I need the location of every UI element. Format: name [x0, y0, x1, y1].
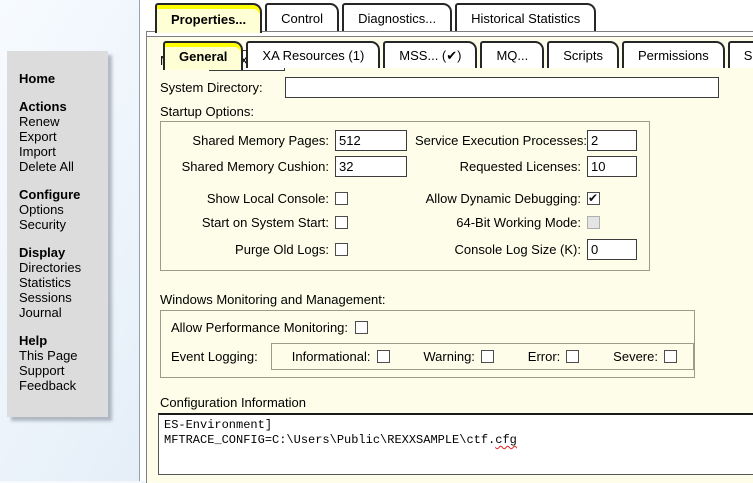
event-warning-label: Warning: — [423, 349, 475, 364]
sidebar-group-title-configure: Configure — [19, 187, 108, 202]
sidebar-item-journal[interactable]: Journal — [19, 305, 108, 320]
shared-memory-cushion-input[interactable] — [335, 156, 407, 177]
event-severe-checkbox[interactable] — [664, 350, 677, 363]
allow-dynamic-debugging-label: Allow Dynamic Debugging: — [415, 191, 587, 206]
tab-xa-resources[interactable]: XA Resources (1) — [246, 41, 380, 68]
requested-licenses-label: Requested Licenses: — [415, 159, 587, 174]
tab-mss[interactable]: MSS... (✔) — [383, 41, 477, 68]
sidebar-group-title-display: Display — [19, 245, 108, 260]
tab-security[interactable]: Security — [728, 41, 753, 68]
sidebar-group-help: Help This Page Support Feedback — [19, 333, 108, 393]
start-on-system-start-label: Start on System Start: — [169, 215, 335, 230]
allow-performance-monitoring-checkbox[interactable] — [355, 321, 368, 334]
sidebar-item-security[interactable]: Security — [19, 217, 108, 232]
event-error-label: Error: — [528, 349, 561, 364]
allow-performance-monitoring-label: Allow Performance Monitoring: — [171, 320, 348, 335]
tab-historical-statistics[interactable]: Historical Statistics — [455, 3, 596, 31]
sidebar-group-display: Display Directories Statistics Sessions … — [19, 245, 108, 320]
sidebar-item-feedback[interactable]: Feedback — [19, 378, 108, 393]
start-on-system-start-checkbox[interactable] — [335, 216, 348, 229]
sidebar-group-title-help: Help — [19, 333, 108, 348]
sidebar-item-renew[interactable]: Renew — [19, 114, 108, 129]
tab-mq[interactable]: MQ... — [480, 41, 544, 68]
show-local-console-checkbox[interactable] — [335, 192, 348, 205]
windows-monitoring-group: Allow Performance Monitoring: Event Logg… — [160, 310, 695, 378]
sidebar-item-sessions[interactable]: Sessions — [19, 290, 108, 305]
properties-tab-bar: General XA Resources (1) MSS... (✔) MQ..… — [163, 41, 753, 68]
event-logging-label: Event Logging: — [171, 349, 258, 364]
config-line-1: ES-Environment] — [164, 418, 272, 432]
configuration-information-title: Configuration Information — [160, 395, 753, 410]
event-warning-checkbox[interactable] — [481, 350, 494, 363]
sidebar-item-import[interactable]: Import — [19, 144, 108, 159]
system-directory-row: System Directory: — [160, 76, 753, 98]
shared-memory-cushion-label: Shared Memory Cushion: — [169, 159, 335, 174]
sidebar: Home Actions Renew Export Import Delete … — [7, 51, 108, 417]
64-bit-working-mode-label: 64-Bit Working Mode: — [415, 215, 587, 230]
console-log-size-label: Console Log Size (K): — [415, 242, 587, 257]
general-panel: Name: System Directory: Startup Options:… — [146, 36, 753, 483]
purge-old-logs-label: Purge Old Logs: — [169, 242, 335, 257]
event-error-checkbox[interactable] — [566, 350, 579, 363]
tab-scripts[interactable]: Scripts — [547, 41, 619, 68]
sidebar-item-directories[interactable]: Directories — [19, 260, 108, 275]
tab-control[interactable]: Control — [265, 3, 339, 31]
main-frame: Name: System Directory: Startup Options:… — [140, 0, 753, 481]
purge-old-logs-checkbox[interactable] — [335, 243, 348, 256]
tab-properties[interactable]: Properties... — [155, 3, 262, 33]
sidebar-item-export[interactable]: Export — [19, 129, 108, 144]
sidebar-group-title-actions: Actions — [19, 99, 108, 114]
config-line-2-misspelled-word: cfg — [495, 433, 517, 447]
show-local-console-label: Show Local Console: — [169, 191, 335, 206]
configuration-information-textarea[interactable]: ES-Environment]MFTRACE_CONFIG=C:\Users\P… — [158, 413, 753, 475]
service-execution-processes-label: Service Execution Processes: — [415, 133, 587, 148]
event-informational-checkbox[interactable] — [377, 350, 390, 363]
shared-memory-pages-label: Shared Memory Pages: — [169, 133, 335, 148]
sidebar-item-options[interactable]: Options — [19, 202, 108, 217]
sidebar-item-this-page[interactable]: This Page — [19, 348, 108, 363]
console-log-size-input[interactable] — [587, 239, 637, 260]
sidebar-item-delete-all[interactable]: Delete All — [19, 159, 108, 174]
startup-options-group: Shared Memory Pages: Service Execution P… — [160, 121, 650, 271]
sidebar-group-configure: Configure Options Security — [19, 187, 108, 232]
sidebar-item-home[interactable]: Home — [19, 71, 108, 86]
service-execution-processes-input[interactable] — [587, 130, 637, 151]
requested-licenses-input[interactable] — [587, 156, 637, 177]
64-bit-working-mode-checkbox — [587, 216, 600, 229]
sidebar-item-statistics[interactable]: Statistics — [19, 275, 108, 290]
system-directory-input[interactable] — [285, 77, 719, 98]
sidebar-group-actions: Actions Renew Export Import Delete All — [19, 99, 108, 174]
allow-dynamic-debugging-checkbox[interactable] — [587, 192, 600, 205]
event-informational-label: Informational: — [292, 349, 371, 364]
tab-general[interactable]: General — [163, 41, 243, 70]
event-severe-label: Severe: — [613, 349, 658, 364]
windows-monitoring-title: Windows Monitoring and Management: — [160, 292, 753, 307]
shared-memory-pages-input[interactable] — [335, 130, 407, 151]
tab-diagnostics[interactable]: Diagnostics... — [342, 3, 452, 31]
config-line-2: MFTRACE_CONFIG=C:\Users\Public\REXXSAMPL… — [164, 433, 495, 447]
top-tab-bar: Properties... Control Diagnostics... His… — [155, 3, 596, 31]
system-directory-label: System Directory: — [160, 80, 285, 95]
event-logging-group: Informational: Warning: Error: Severe: — [271, 343, 694, 370]
sidebar-item-support[interactable]: Support — [19, 363, 108, 378]
startup-options-title: Startup Options: — [160, 104, 753, 119]
tab-permissions[interactable]: Permissions — [622, 41, 725, 68]
